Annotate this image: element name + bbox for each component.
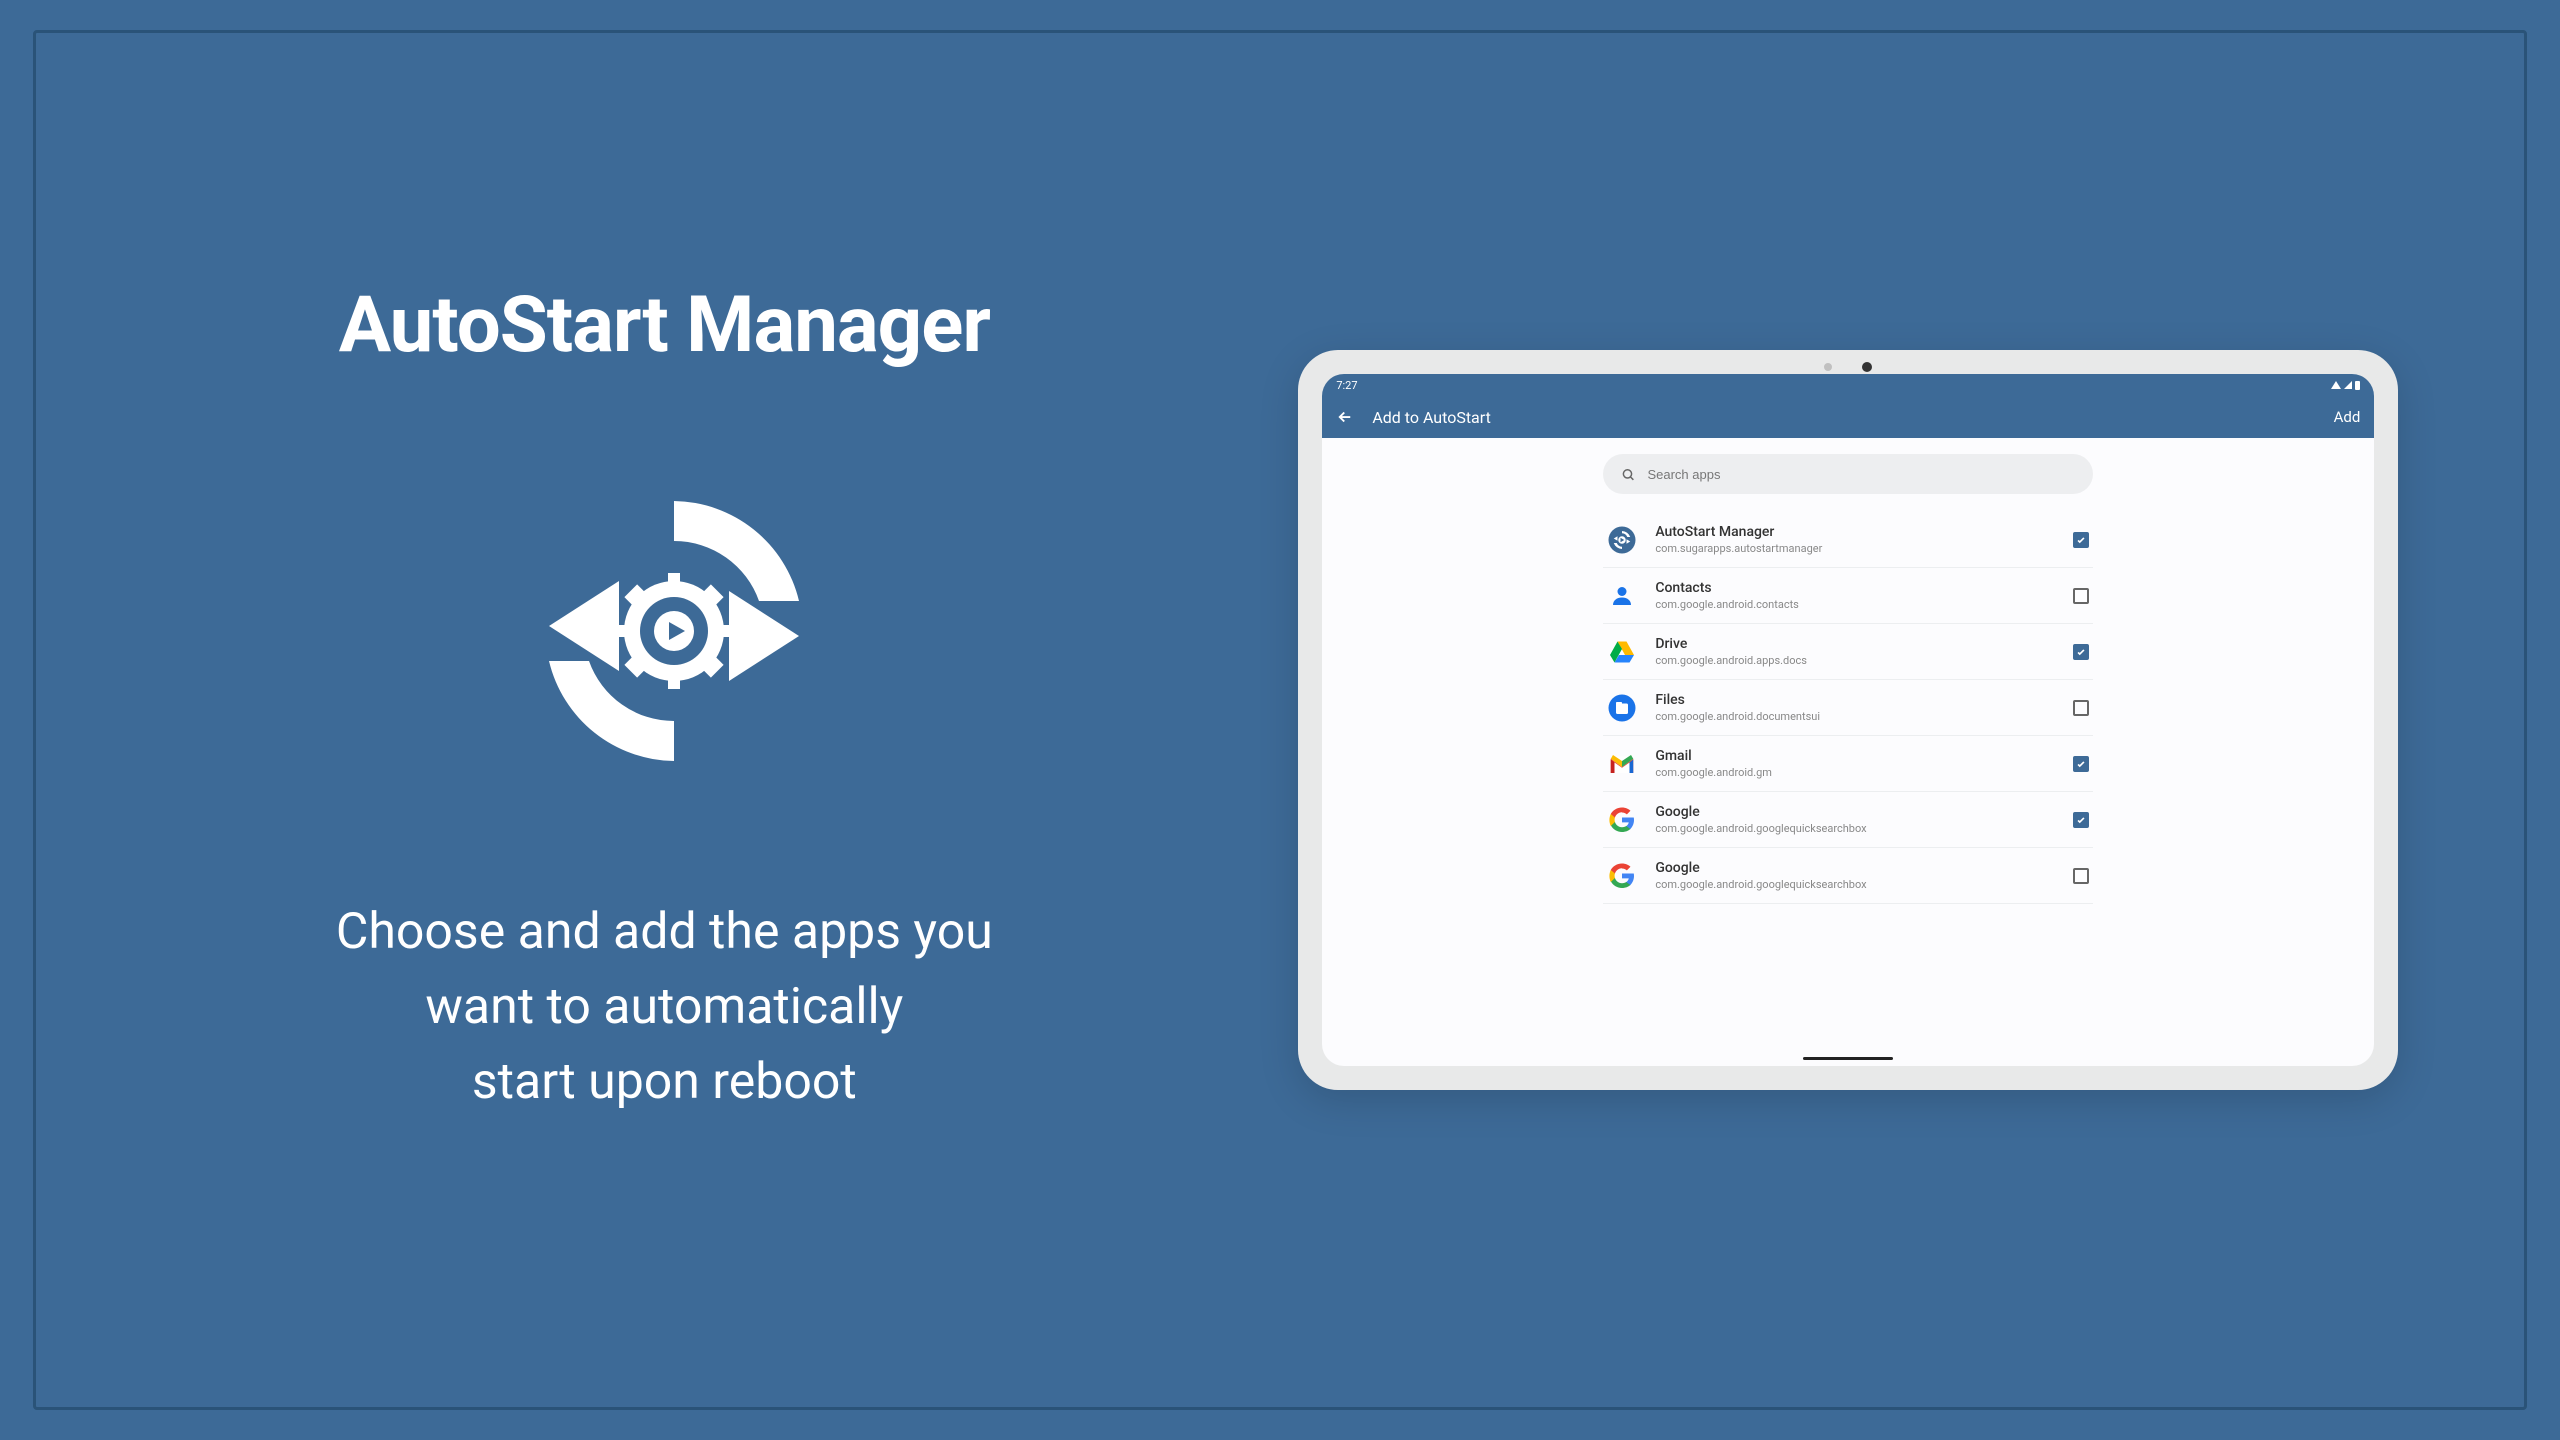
app-checkbox[interactable] [2073, 812, 2089, 828]
nav-pill[interactable] [1803, 1057, 1893, 1060]
app-icon-google [1607, 805, 1637, 835]
wifi-icon [2331, 381, 2341, 389]
app-icon-drive [1607, 637, 1637, 667]
app-name: AutoStart Manager [1655, 524, 2055, 540]
status-bar: 7:27 [1322, 374, 2374, 396]
app-name: Gmail [1655, 748, 2055, 764]
add-button[interactable]: Add [2334, 408, 2361, 426]
app-row[interactable]: Google com.google.android.googlequicksear… [1603, 792, 2093, 848]
status-time: 7:27 [1336, 379, 1357, 392]
app-package: com.google.android.gm [1655, 766, 2055, 779]
app-package: com.google.android.documentsui [1655, 710, 2055, 723]
autostart-logo-icon [489, 471, 859, 795]
app-row[interactable]: AutoStart Manager com.sugarapps.autostart… [1603, 512, 2093, 568]
app-package: com.google.android.googlequicksearchbox [1655, 822, 2055, 835]
app-package: com.google.android.contacts [1655, 598, 2055, 611]
app-name: Google [1655, 804, 2055, 820]
app-icon-gmail [1607, 749, 1637, 779]
app-checkbox[interactable] [2073, 532, 2089, 548]
promo-title: AutoStart Manager [339, 280, 990, 371]
app-icon-contacts [1607, 581, 1637, 611]
app-package: com.google.android.apps.docs [1655, 654, 2055, 667]
search-icon [1621, 467, 1635, 482]
tablet-frame: 7:27 Add to AutoStart Add [1298, 350, 2398, 1090]
app-name: Contacts [1655, 580, 2055, 596]
app-name: Drive [1655, 636, 2055, 652]
app-icon-google [1607, 861, 1637, 891]
search-bar[interactable] [1603, 454, 2093, 494]
app-row[interactable]: Contacts com.google.android.contacts [1603, 568, 2093, 624]
app-checkbox[interactable] [2073, 868, 2089, 884]
app-package: com.google.android.googlequicksearchbox [1655, 878, 2055, 891]
app-icon-autostart [1607, 525, 1637, 555]
app-checkbox[interactable] [2073, 700, 2089, 716]
search-input[interactable] [1647, 467, 2075, 482]
app-row[interactable]: Drive com.google.android.apps.docs [1603, 624, 2093, 680]
appbar-title: Add to AutoStart [1372, 408, 2333, 427]
app-icon-files [1607, 693, 1637, 723]
signal-icon [2344, 381, 2352, 389]
back-button[interactable] [1336, 408, 1354, 426]
app-name: Google [1655, 860, 2055, 876]
app-row[interactable]: Files com.google.android.documentsui [1603, 680, 2093, 736]
promo-subtitle: Choose and add the apps you want to auto… [336, 895, 993, 1120]
app-row[interactable]: Google com.google.android.googlequicksear… [1603, 848, 2093, 904]
app-name: Files [1655, 692, 2055, 708]
battery-icon [2355, 381, 2360, 390]
app-checkbox[interactable] [2073, 644, 2089, 660]
app-checkbox[interactable] [2073, 756, 2089, 772]
app-package: com.sugarapps.autostartmanager [1655, 542, 2055, 555]
app-row[interactable]: Gmail com.google.android.gm [1603, 736, 2093, 792]
app-checkbox[interactable] [2073, 588, 2089, 604]
